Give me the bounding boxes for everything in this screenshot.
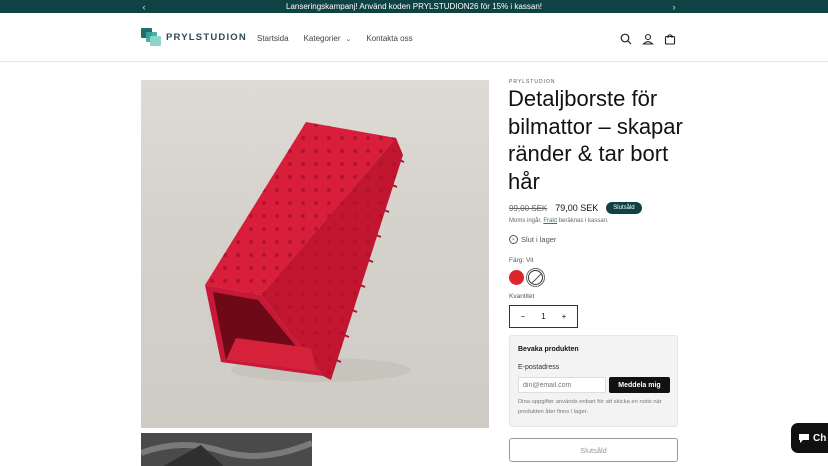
sold-out-badge: Slutsåld	[606, 202, 642, 214]
logo[interactable]: PRYLSTUDION	[141, 28, 247, 46]
color-label: Färg: Vit	[509, 257, 534, 264]
site-header: PRYLSTUDION Startsida Kategorier ⌄ Kontak…	[0, 13, 828, 62]
announcement-bar: ‹ Lanseringskampanj! Använd koden PRYLST…	[0, 0, 828, 13]
plus-icon[interactable]: +	[558, 312, 570, 321]
chat-button[interactable]: Ch	[791, 423, 828, 453]
notify-title: Bevaka produkten	[518, 346, 579, 353]
chat-icon	[799, 434, 809, 443]
email-field[interactable]	[518, 377, 606, 393]
chevron-left-icon[interactable]: ‹	[134, 0, 154, 13]
main-nav: Startsida Kategorier ⌄ Kontakta oss	[257, 34, 428, 43]
account-icon[interactable]	[640, 31, 655, 46]
nav-label: Startsida	[257, 34, 289, 43]
sold-out-button[interactable]: Slutsåld	[509, 438, 678, 462]
notify-box: Bevaka produkten E-postadress Meddela mi…	[509, 335, 678, 427]
sale-price: 79,00 SEK	[555, 203, 599, 213]
quantity-stepper: − 1 +	[509, 305, 578, 328]
quantity-label: Kvantitet	[509, 293, 535, 300]
price-row: 99,00 SEK 79,00 SEK Slutsåld	[509, 202, 642, 214]
announcement-text: Lanseringskampanj! Använd koden PRYLSTUD…	[286, 2, 542, 11]
search-icon[interactable]	[618, 31, 633, 46]
tax-note: Moms ingår. Frakt beräknas i kassan.	[509, 218, 609, 224]
product-image[interactable]	[141, 80, 489, 428]
email-label: E-postadress	[518, 364, 560, 371]
shipping-link[interactable]: Frakt	[543, 218, 557, 224]
out-of-stock-icon: ×	[509, 235, 518, 244]
notify-note: Dina uppgifter används enbart för att sk…	[518, 399, 662, 415]
nav-item-kontakta-oss[interactable]: Kontakta oss	[366, 34, 412, 43]
nav-item-startsida[interactable]: Startsida	[257, 34, 289, 43]
chevron-right-icon[interactable]: ›	[664, 0, 684, 13]
header-icons	[618, 31, 684, 46]
product-title: Detaljborste för bilmattor – skapar ränd…	[508, 86, 683, 194]
chat-label: Ch	[813, 432, 827, 444]
quantity-value[interactable]: 1	[538, 312, 550, 321]
old-price: 99,00 SEK	[509, 203, 548, 213]
notify-me-button[interactable]: Meddela mig	[609, 377, 670, 393]
cart-icon[interactable]	[662, 31, 677, 46]
nav-label: Kategorier	[303, 34, 341, 43]
tax-suffix: beräknas i kassan.	[557, 218, 609, 224]
nav-label: Kontakta oss	[366, 34, 413, 43]
chevron-down-icon: ⌄	[345, 35, 352, 43]
minus-icon[interactable]: −	[517, 312, 529, 321]
swatch-white[interactable]	[528, 270, 543, 285]
stock-status: × Slut i lager	[509, 235, 556, 244]
product-thumbnail[interactable]	[141, 433, 312, 466]
tax-prefix: Moms ingår.	[509, 218, 544, 224]
logo-text: PRYLSTUDION	[166, 31, 247, 43]
logo-icon	[141, 28, 161, 46]
nav-item-kategorier[interactable]: Kategorier ⌄	[304, 34, 352, 43]
stock-text: Slut i lager	[521, 235, 557, 244]
swatch-red[interactable]	[509, 270, 524, 285]
